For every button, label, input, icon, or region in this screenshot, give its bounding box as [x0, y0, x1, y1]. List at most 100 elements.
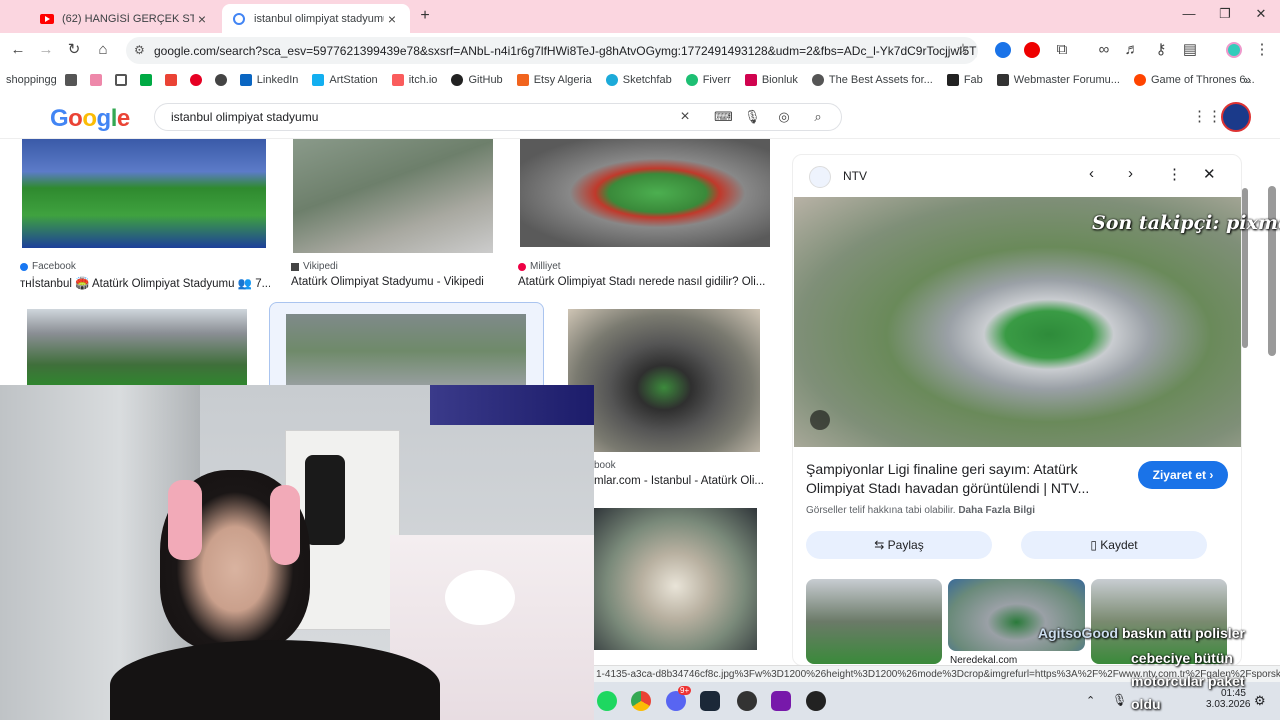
bookmark-fiverr[interactable]: Fiverr	[685, 74, 731, 86]
reload-icon[interactable]: ↻	[64, 40, 84, 60]
tab-google-search[interactable]: istanbul olimpiyat stadyumu - G ×	[222, 4, 410, 33]
extension-icon[interactable]	[995, 42, 1011, 58]
clock[interactable]: 01:45 3.03.2026	[1206, 688, 1251, 710]
onenote-icon[interactable]	[771, 691, 791, 711]
minimize-button[interactable]: —	[1174, 6, 1204, 26]
tray-chevron-icon[interactable]: ⌃	[1086, 694, 1095, 707]
bookmark-apps[interactable]	[114, 74, 132, 86]
last-follower-text: Son takipçi: pixmers	[1092, 212, 1280, 234]
steam-icon[interactable]	[700, 691, 720, 711]
bookmark-got[interactable]: Game of Thrones 6...	[1133, 74, 1255, 86]
site-info-icon[interactable]: ⚙	[134, 43, 145, 57]
notification-bell-icon[interactable]: ⚙	[1254, 693, 1266, 709]
bookmark-linkedin[interactable]: LinkedIn	[239, 74, 298, 86]
save-button[interactable]: ▯ Kaydet	[1021, 531, 1207, 559]
bookmark-etsy[interactable]: Etsy Algeria	[516, 74, 592, 86]
bookmark-webmaster[interactable]: Webmaster Forumu...	[996, 74, 1120, 86]
back-icon[interactable]: ←	[8, 40, 28, 60]
tab-youtube[interactable]: (62) HANGİSİ GERÇEK STAND-U ×	[30, 4, 220, 33]
unity-icon	[811, 74, 824, 86]
account-avatar[interactable]	[1221, 102, 1251, 132]
extensions-puzzle-icon[interactable]: ⧉	[1052, 40, 1072, 60]
panel-title[interactable]: Şampiyonlar Ligi finaline geri sayım: At…	[806, 460, 1126, 498]
result-image-6[interactable]	[568, 309, 760, 452]
bookmark-pinterest[interactable]	[189, 74, 207, 86]
itchio-icon	[391, 74, 404, 86]
next-icon[interactable]: ›	[1128, 165, 1133, 182]
bookmark-gmail[interactable]	[164, 74, 182, 86]
bookmark-artstation[interactable]: ArtStation	[312, 74, 378, 86]
tab-title: (62) HANGİSİ GERÇEK STAND-U	[62, 12, 194, 25]
apps-grid-icon[interactable]: ⋮⋮	[1192, 109, 1222, 125]
search-icon[interactable]: ⌕	[810, 109, 826, 125]
search-box[interactable]: istanbul olimpiyat stadyumu	[154, 103, 842, 131]
panel-source[interactable]: NTV	[843, 169, 867, 183]
tab-title: istanbul olimpiyat stadyumu - G	[254, 12, 384, 25]
maximize-button[interactable]: ❐	[1210, 6, 1240, 26]
obs-icon[interactable]	[737, 691, 757, 711]
bookmark-item[interactable]	[89, 74, 107, 86]
home-icon[interactable]: ⌂	[93, 40, 113, 60]
result-caption[interactable]: mlar.com - İstanbul - Atatürk Oli...	[594, 475, 770, 487]
chrome-icon[interactable]	[631, 691, 651, 711]
bookmark-folder[interactable]	[64, 74, 82, 86]
panel-preview-image[interactable]	[794, 197, 1241, 447]
result-caption[interactable]: ᴛʜİstanbul 🏟️ Atatürk Olimpiyat Stadyumu…	[20, 276, 270, 290]
opera-icon[interactable]	[1024, 42, 1040, 58]
google-icon	[232, 12, 246, 26]
close-window-button[interactable]: ✕	[1246, 6, 1276, 26]
close-panel-icon[interactable]: ✕	[1203, 165, 1216, 183]
keyboard-icon[interactable]: ⌨	[714, 109, 733, 125]
bookmark-shoppingg[interactable]: shoppingg	[6, 74, 57, 86]
address-bar[interactable]: ⚙ google.com/search?sca_esv=597762139943…	[126, 37, 978, 64]
bookmark-itchio[interactable]: itch.io	[391, 74, 437, 86]
result-image-3[interactable]	[520, 139, 770, 247]
previous-icon[interactable]: ‹	[1089, 165, 1094, 182]
google-logo[interactable]: Google	[50, 105, 130, 133]
result-image-7[interactable]	[594, 508, 757, 650]
menu-kebab-icon[interactable]: ⋮	[1252, 40, 1272, 60]
result-caption[interactable]: Atatürk Olimpiyat Stadı nerede nasıl gid…	[518, 276, 770, 288]
bookmarks-overflow-icon[interactable]: »	[1244, 72, 1251, 87]
chat-message-line-1: AgitsoGood baskın attı polisler	[1038, 625, 1245, 641]
lens-search-icon[interactable]	[810, 410, 830, 430]
wikipedia-icon	[291, 262, 299, 271]
more-info-link[interactable]: Daha Fazla Bilgi	[958, 505, 1035, 516]
spotify-icon[interactable]	[597, 691, 617, 711]
bookmark-item[interactable]	[139, 74, 157, 86]
result-image-1[interactable]	[22, 139, 266, 248]
microphone-tray-icon[interactable]: 🎙	[1112, 693, 1127, 707]
tab-close-icon[interactable]: ×	[194, 11, 210, 27]
hanging-jacket	[305, 455, 345, 545]
panel-scrollbar[interactable]	[1240, 158, 1250, 666]
bookmark-item[interactable]	[214, 74, 232, 86]
password-key-icon[interactable]: ⚷	[1151, 40, 1171, 60]
bookmark-github[interactable]: GitHub	[451, 74, 503, 86]
more-options-icon[interactable]: ⋮	[1167, 165, 1182, 183]
app-icon[interactable]	[806, 691, 826, 711]
bookmark-star-icon[interactable]: ☆	[953, 40, 973, 60]
result-caption[interactable]: Atatürk Olimpiyat Stadyumu - Vikipedi	[291, 276, 511, 288]
bookmark-sketchfab[interactable]: Sketchfab	[605, 74, 672, 86]
bookmark-fab[interactable]: Fab	[946, 74, 983, 86]
media-icon[interactable]: ♬	[1122, 40, 1142, 60]
tab-close-icon[interactable]: ×	[384, 11, 400, 27]
chat-text: baskın attı polisler	[1122, 625, 1245, 641]
clear-icon[interactable]: ×	[677, 109, 693, 125]
visit-button[interactable]: Ziyaret et ›	[1138, 461, 1228, 489]
new-tab-button[interactable]: +	[416, 7, 434, 25]
share-button[interactable]: ⇆ Paylaş	[806, 531, 992, 559]
profile-avatar[interactable]	[1226, 42, 1242, 58]
related-image-1[interactable]	[806, 579, 942, 664]
bookmark-unity-assets[interactable]: The Best Assets for...	[811, 74, 933, 86]
forward-icon[interactable]: →	[36, 40, 56, 60]
microphone-icon[interactable]: 🎙	[744, 109, 761, 125]
result-image-2[interactable]	[293, 139, 493, 253]
link-icon[interactable]: ∞	[1094, 40, 1114, 60]
pinterest-icon	[189, 74, 202, 86]
result-image-5[interactable]	[286, 314, 526, 388]
reading-list-icon[interactable]: ▤	[1180, 40, 1200, 60]
lens-icon[interactable]: ◎	[776, 109, 792, 125]
result-image-4[interactable]	[27, 309, 247, 389]
bookmark-bionluk[interactable]: Bionluk	[744, 74, 798, 86]
